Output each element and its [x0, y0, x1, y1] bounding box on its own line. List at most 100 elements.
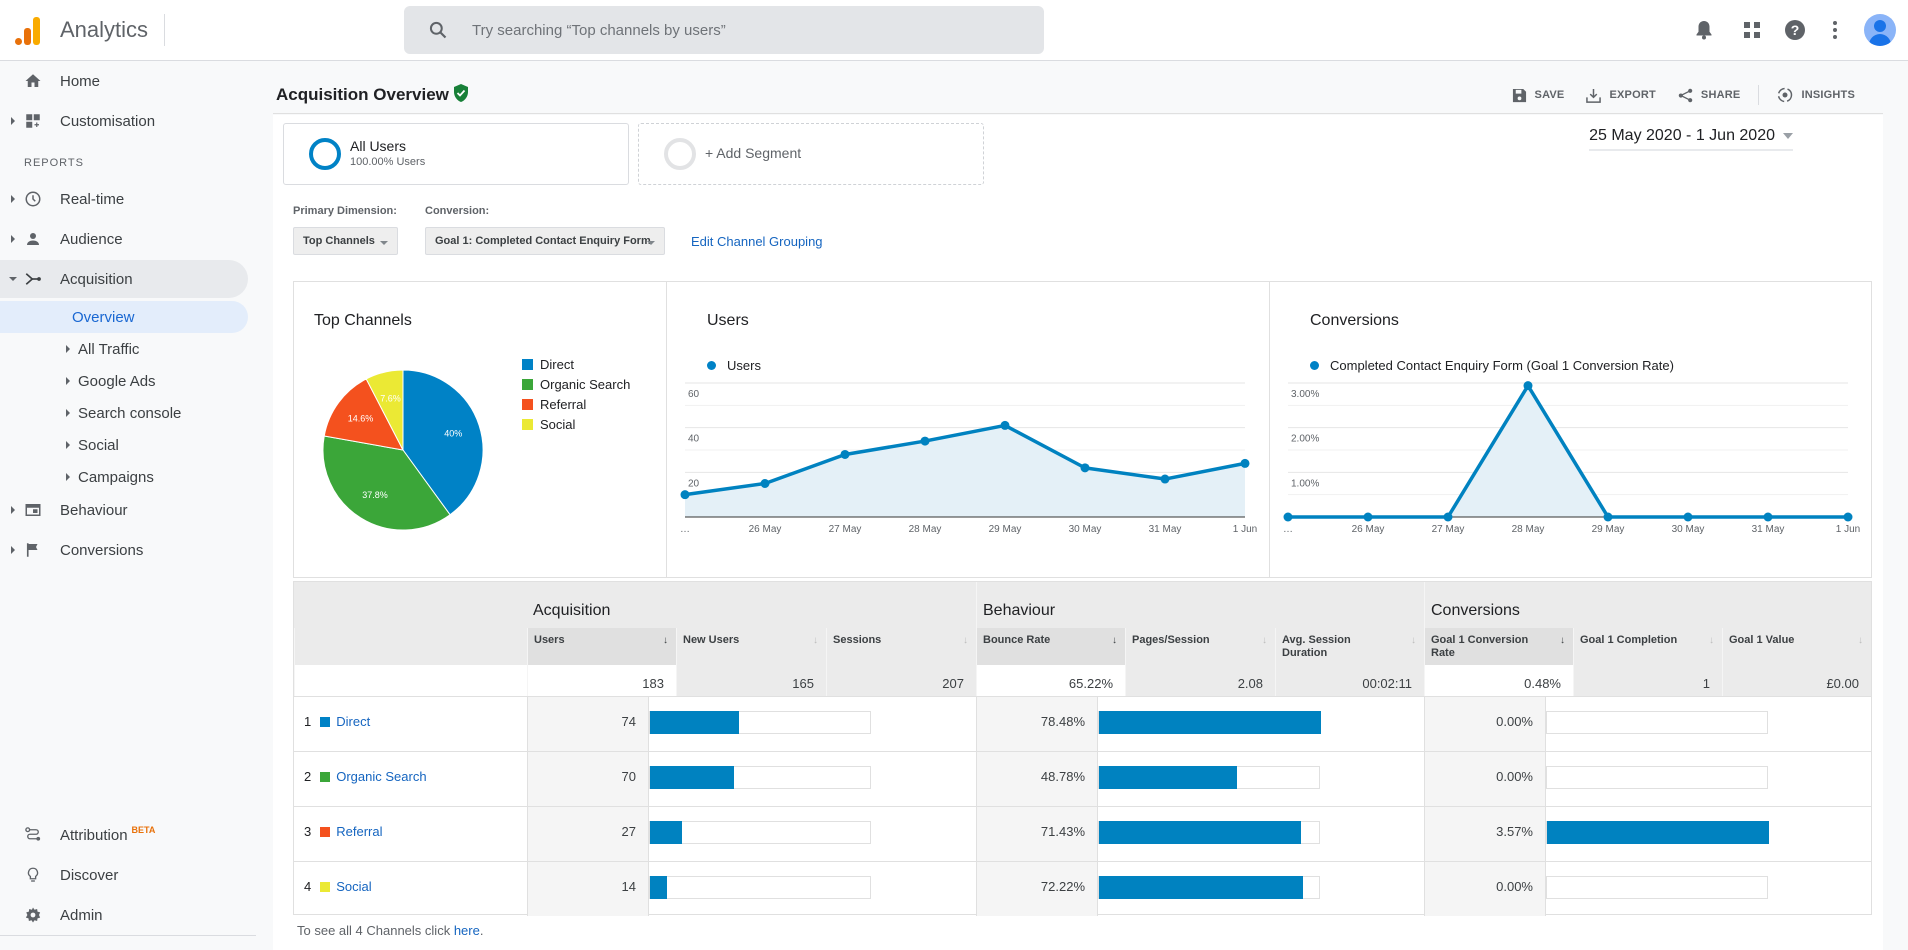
sort-arrow-icon[interactable]: ↓	[963, 634, 968, 647]
data-point[interactable]	[840, 449, 850, 459]
sidebar-subitem-overview[interactable]: Overview	[0, 301, 248, 333]
metric-value-cell: 14	[527, 862, 649, 916]
more-vert-icon[interactable]	[1823, 18, 1847, 42]
users-line-chart[interactable]: 20 40 60 … 26 May 27 May 28 May 29 May 30 May 31 …	[667, 377, 1270, 577]
row-channel-label: 4 Social	[304, 879, 372, 894]
sidebar-item-discover[interactable]: Discover	[0, 856, 248, 894]
column-header-pages-session[interactable]: Pages/Session ↓	[1125, 628, 1275, 665]
column-header-goal-1-conversion-rate[interactable]: Goal 1 Conversion Rate ↓	[1424, 628, 1573, 665]
search-input[interactable]	[472, 18, 1012, 42]
sidebar-item-real-time[interactable]: Real-time	[0, 180, 248, 218]
save-button[interactable]: SAVE	[1512, 88, 1565, 103]
data-point[interactable]	[1523, 381, 1533, 391]
column-header-avg-session-duration[interactable]: Avg. Session Duration ↓	[1275, 628, 1424, 665]
column-header-goal-1-value[interactable]: Goal 1 Value ↓	[1722, 628, 1871, 665]
pie-slice-label: 14.6%	[348, 414, 374, 424]
sort-arrow-icon[interactable]: ↓	[1411, 634, 1416, 647]
group-title: Behaviour	[983, 602, 1056, 619]
users-chart: Users Users 20 40 60 … 26 May 27 May 28 May 29 …	[666, 282, 1269, 577]
metric-bar-track	[1098, 876, 1320, 899]
insights-button[interactable]: INSIGHTS	[1777, 87, 1855, 103]
search-box[interactable]	[404, 6, 1044, 54]
data-point[interactable]	[920, 436, 930, 446]
x-tick-label: 30 May	[1672, 524, 1705, 535]
data-point[interactable]	[1443, 512, 1453, 522]
sidebar-subitem-label: Google Ads	[78, 373, 156, 390]
sidebar-subitem-google-ads[interactable]: Google Ads	[0, 365, 248, 397]
sidebar-item-admin[interactable]: Admin	[0, 896, 248, 934]
group-header-conversions: Conversions	[1424, 582, 1871, 628]
data-point[interactable]	[1763, 512, 1773, 522]
sidebar-item-attribution[interactable]: Attribution BETA	[0, 816, 248, 854]
sidebar-item-conversions[interactable]: Conversions	[0, 531, 248, 569]
sort-arrow-icon[interactable]: ↓	[1112, 634, 1117, 647]
channel-link[interactable]: Direct	[336, 714, 370, 729]
conversion-select[interactable]: Goal 1: Completed Contact Enquiry Form	[425, 227, 665, 255]
sidebar-item-home[interactable]: Home	[0, 62, 248, 100]
sidebar-item-behaviour[interactable]: Behaviour	[0, 491, 248, 529]
total-cell: 00:02:11	[1275, 665, 1424, 696]
divider	[164, 14, 165, 46]
export-button[interactable]: EXPORT	[1586, 88, 1656, 103]
analytics-logo-icon[interactable]	[15, 15, 43, 45]
channel-link[interactable]: Social	[336, 879, 371, 894]
data-point[interactable]	[1603, 512, 1613, 522]
data-point[interactable]	[1160, 474, 1170, 484]
data-point[interactable]	[680, 490, 690, 500]
lightbulb-icon	[27, 867, 39, 882]
data-point[interactable]	[1283, 512, 1293, 522]
add-segment-button[interactable]: + Add Segment	[638, 123, 984, 185]
column-header-bounce-rate[interactable]: Bounce Rate ↓	[976, 628, 1125, 665]
data-point[interactable]	[1240, 458, 1250, 468]
sort-arrow-icon[interactable]: ↓	[663, 634, 668, 647]
sort-arrow-icon[interactable]: ↓	[1262, 634, 1267, 647]
data-point[interactable]	[1080, 463, 1090, 473]
column-header-new-users[interactable]: New Users ↓	[676, 628, 826, 665]
date-range-picker[interactable]: 25 May 2020 - 1 Jun 2020	[1589, 127, 1793, 151]
gear-icon	[25, 907, 41, 923]
sidebar-item-acquisition[interactable]: Acquisition	[0, 260, 248, 298]
column-header-goal-1-completion[interactable]: Goal 1 Completion ↓	[1573, 628, 1722, 665]
y-tick-label: 40	[688, 434, 700, 445]
bell-icon[interactable]	[1692, 18, 1716, 42]
metric-value-cell: 0.00%	[1424, 752, 1546, 806]
pie-chart[interactable]: 40% 37.8% 14.6% 7.6%	[313, 360, 493, 540]
sidebar-item-customisation[interactable]: Customisation	[0, 102, 248, 140]
primary-dimension-select[interactable]: Top Channels	[293, 227, 398, 255]
sort-arrow-icon[interactable]: ↓	[813, 634, 818, 647]
column-header-sessions[interactable]: Sessions ↓	[826, 628, 976, 665]
sidebar-subitem-search-console[interactable]: Search console	[0, 397, 248, 429]
attribution-label: Attribution	[60, 827, 128, 844]
avatar[interactable]	[1864, 14, 1896, 46]
primary-dimension-value: Top Channels	[303, 235, 375, 247]
metric-value-cell: 27	[527, 807, 649, 861]
conversions-line-chart[interactable]: 1.00% 2.00% 3.00% … 26 May 27 May 28 May 29 May…	[1270, 377, 1872, 577]
sort-arrow-icon[interactable]: ↓	[1560, 634, 1565, 647]
data-point[interactable]	[1363, 512, 1373, 522]
edit-channel-grouping-link[interactable]: Edit Channel Grouping	[691, 234, 823, 249]
column-header-users[interactable]: Users ↓	[527, 628, 676, 665]
data-point[interactable]	[1683, 512, 1693, 522]
sidebar-subitem-all-traffic[interactable]: All Traffic	[0, 333, 248, 365]
data-point[interactable]	[1000, 420, 1010, 430]
table-row: 1 Direct 74 78.48% 0.00%	[294, 696, 1871, 751]
data-point[interactable]	[1843, 512, 1853, 522]
sort-arrow-icon[interactable]: ↓	[1709, 634, 1714, 647]
segment-all-users[interactable]: All Users 100.00% Users	[283, 123, 629, 185]
save-label: SAVE	[1534, 89, 1565, 101]
sidebar-subitem-social[interactable]: Social	[0, 429, 248, 461]
channel-link[interactable]: Organic Search	[336, 769, 426, 784]
row-channel-label: 2 Organic Search	[304, 769, 427, 784]
segment-ring-icon	[309, 138, 341, 170]
data-point[interactable]	[760, 479, 770, 488]
sidebar-item-audience[interactable]: Audience	[0, 220, 248, 258]
channel-link[interactable]: Referral	[336, 824, 382, 839]
sort-arrow-icon[interactable]: ↓	[1858, 634, 1863, 647]
sidebar-subitem-campaigns[interactable]: Campaigns	[0, 461, 248, 493]
help-icon[interactable]: ?	[1783, 18, 1807, 42]
caret-right-icon	[11, 235, 15, 243]
conversions-chart: Conversions Completed Contact Enquiry Fo…	[1269, 282, 1871, 577]
share-button[interactable]: SHARE	[1678, 88, 1741, 103]
see-all-channels-link[interactable]: here	[454, 923, 480, 938]
apps-grid-icon[interactable]	[1740, 18, 1764, 42]
